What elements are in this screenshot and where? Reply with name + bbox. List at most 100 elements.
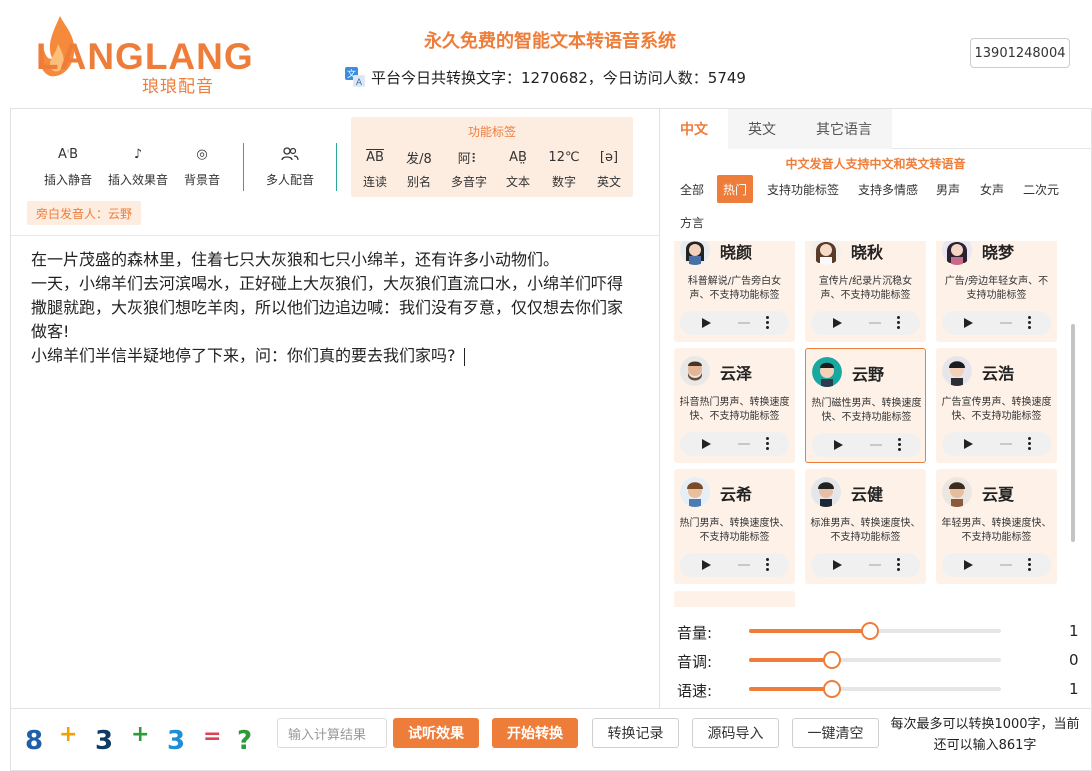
char-limit-note: 每次最多可以转换1000字，当前还可以输入861字 — [890, 717, 1080, 753]
user-phone-button[interactable]: 13901248004 — [970, 38, 1070, 68]
play-icon[interactable] — [833, 560, 842, 570]
progress-track[interactable] — [738, 564, 750, 566]
voice-card[interactable]: 云夏 年轻男声、转换速度快、不支持功能标签 — [936, 469, 1057, 584]
voice-card[interactable]: 云泽 抖音热门男声、转换速度快、不支持功能标签 — [674, 348, 795, 463]
play-icon[interactable] — [702, 318, 711, 328]
audio-player[interactable] — [942, 432, 1051, 456]
voice-card[interactable]: 云浩 广告宣传男声、转换速度快、不支持功能标签 — [936, 348, 1057, 463]
audio-player[interactable] — [811, 553, 920, 577]
slider-track[interactable] — [749, 680, 1001, 698]
speed-slider[interactable]: 语速: 1 — [677, 678, 1079, 700]
progress-track[interactable] — [738, 322, 750, 324]
tab-chinese[interactable]: 中文 — [660, 109, 728, 149]
number-button[interactable]: 12℃ 数字 — [541, 147, 587, 190]
play-icon[interactable] — [702, 560, 711, 570]
captcha-char: ? — [237, 726, 253, 756]
captcha-answer-input[interactable]: 输入计算结果 — [277, 718, 387, 748]
play-icon[interactable] — [964, 439, 973, 449]
audio-player[interactable] — [811, 311, 920, 335]
audio-player[interactable] — [942, 311, 1051, 335]
tab-other-languages[interactable]: 其它语言 — [796, 109, 892, 149]
voice-card[interactable]: 晓梦 广告/旁边年轻女声、不支持功能标签 — [936, 241, 1057, 342]
more-icon[interactable] — [897, 316, 901, 331]
pitch-slider[interactable]: 音调: 0 — [677, 649, 1079, 671]
more-icon[interactable] — [898, 438, 902, 453]
captcha-char: = — [203, 724, 222, 749]
voice-list-scrollbar[interactable] — [1071, 324, 1075, 542]
voice-card[interactable]: 云希 热门男声、转换速度快、不支持功能标签 — [674, 469, 795, 584]
progress-track[interactable] — [738, 443, 750, 445]
site-logo[interactable]: LANGLANG 琅琅配音 — [36, 14, 253, 97]
audio-player[interactable] — [680, 311, 789, 335]
disc-music-icon: ◎ — [196, 146, 208, 162]
audio-player[interactable] — [680, 432, 789, 456]
progress-track[interactable] — [1000, 564, 1012, 566]
progress-track[interactable] — [869, 322, 881, 324]
audio-player[interactable] — [812, 433, 921, 457]
more-icon[interactable] — [897, 558, 901, 573]
multi-voice-button[interactable]: 多人配音 — [258, 143, 322, 188]
audio-player[interactable] — [942, 553, 1051, 577]
play-icon[interactable] — [833, 318, 842, 328]
tab-english[interactable]: 英文 — [728, 109, 796, 149]
bgm-button[interactable]: ◎ 背景音 — [170, 143, 234, 188]
preview-button[interactable]: 试听效果 — [393, 718, 479, 748]
filter-male[interactable]: 男声 — [930, 175, 967, 203]
more-icon[interactable] — [766, 437, 770, 452]
filter-dialect[interactable]: 方言 — [674, 208, 711, 236]
voice-note: 中文发音人支持中文和英文转语音 — [785, 157, 966, 171]
voice-card[interactable] — [674, 591, 795, 607]
progress-track[interactable] — [869, 564, 881, 566]
slider-fill — [749, 658, 833, 662]
play-icon[interactable] — [964, 318, 973, 328]
more-icon[interactable] — [1028, 437, 1032, 452]
voice-card[interactable]: 晓秋 宣传片/纪录片沉稳女声、不支持功能标签 — [805, 241, 926, 342]
filter-multi-emotion[interactable]: 支持多情感 — [852, 175, 925, 203]
editor-toolbar: AꜝB 插入静音 ♪ 插入效果音 ◎ 背景音 多人配音 功能标签 AB 连读 发… — [11, 109, 659, 236]
voice-card[interactable]: 云健 标准男声、转换速度快、不支持功能标签 — [805, 469, 926, 584]
liandu-button[interactable]: AB 连读 — [352, 147, 398, 190]
more-icon[interactable] — [766, 558, 770, 573]
progress-track[interactable] — [1000, 443, 1012, 445]
slider-fill — [749, 687, 833, 691]
progress-track[interactable] — [1000, 322, 1012, 324]
history-button[interactable]: 转换记录 — [592, 718, 679, 748]
slider-handle[interactable] — [823, 651, 842, 669]
avatar — [812, 357, 842, 387]
alias-button[interactable]: 发/8 别名 — [396, 147, 442, 190]
narrator-tag[interactable]: 旁白发音人：云野 — [27, 201, 142, 225]
filter-female[interactable]: 女声 — [974, 175, 1011, 203]
source-import-button[interactable]: 源码导入 — [692, 718, 779, 748]
voice-card[interactable]: 晓颜 科普解说/广告旁白女声、不支持功能标签 — [674, 241, 795, 342]
filter-all[interactable]: 全部 — [674, 175, 711, 203]
progress-track[interactable] — [870, 444, 882, 446]
text-format-icon: AB̤ — [509, 149, 527, 165]
math-captcha: 8 + 3 + 3 = ? — [25, 718, 261, 762]
captcha-char: 8 — [25, 726, 44, 756]
english-button[interactable]: [ə] 英文 — [586, 147, 632, 190]
slider-track[interactable] — [749, 651, 1001, 669]
filter-anime[interactable]: 二次元 — [1017, 175, 1066, 203]
volume-slider[interactable]: 音量: 1 — [677, 620, 1079, 642]
play-icon[interactable] — [964, 560, 973, 570]
filter-function-tags[interactable]: 支持功能标签 — [761, 175, 846, 203]
play-icon[interactable] — [834, 440, 843, 450]
more-icon[interactable] — [766, 316, 770, 331]
play-icon[interactable] — [702, 439, 711, 449]
insert-effect-button[interactable]: ♪ 插入效果音 — [106, 143, 170, 188]
insert-silence-button[interactable]: AꜝB 插入静音 — [36, 143, 100, 188]
filter-hot[interactable]: 热门 — [717, 175, 754, 203]
slider-handle[interactable] — [860, 622, 879, 640]
more-icon[interactable] — [1028, 558, 1032, 573]
more-icon[interactable] — [1028, 316, 1032, 331]
slider-handle[interactable] — [823, 680, 842, 698]
start-convert-button[interactable]: 开始转换 — [492, 718, 578, 748]
text-editor[interactable]: 在一片茂盛的森林里，住着七只大灰狼和七只小绵羊，还有许多小动物们。 一天，小绵羊… — [31, 248, 631, 368]
slider-track[interactable] — [749, 622, 1001, 640]
audio-player[interactable] — [680, 553, 789, 577]
alias-icon: 发/8 — [406, 151, 432, 167]
polyphone-button[interactable]: 阿⠇ 多音字 — [446, 147, 492, 190]
text-button[interactable]: AB̤ 文本 — [495, 147, 541, 190]
clear-all-button[interactable]: 一键清空 — [792, 718, 879, 748]
voice-card-selected[interactable]: 云野 热门磁性男声、转换速度快、不支持功能标签 — [805, 348, 926, 463]
